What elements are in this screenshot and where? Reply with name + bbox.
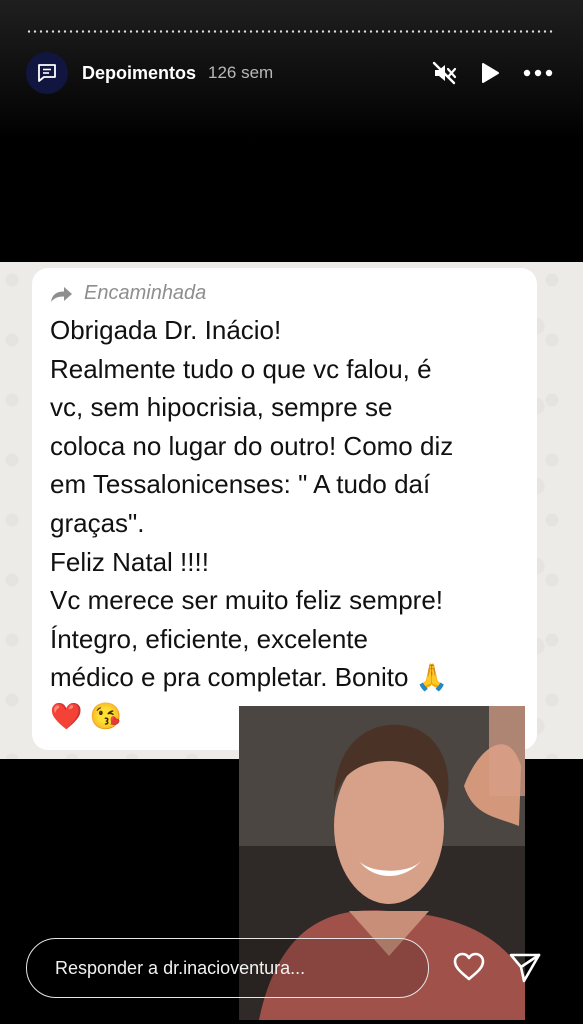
play-icon[interactable] — [479, 61, 501, 85]
message-line: médico e pra completar. Bonito 🙏 — [50, 662, 449, 693]
story-actions — [452, 950, 542, 984]
reply-placeholder: Responder a dr.inacioventura... — [55, 957, 306, 978]
story-time-ago: 126 sem — [208, 63, 274, 82]
heart-icon[interactable] — [452, 950, 486, 984]
more-dots-icon[interactable] — [523, 68, 553, 78]
forwarded-text: Encaminhada — [84, 282, 207, 304]
forward-arrow-icon — [51, 286, 72, 302]
message-text: Obrigada Dr. Inácio! Realmente tudo o qu… — [50, 311, 519, 736]
message-line: Realmente tudo o que vc falou, é — [50, 353, 432, 384]
message-line: Vc merece ser muito feliz sempre! — [50, 585, 444, 616]
chat-screenshot: Encaminhada Obrigada Dr. Inácio! Realmen… — [0, 262, 583, 759]
avatar[interactable] — [26, 52, 68, 94]
reply-input[interactable]: Responder a dr.inacioventura... — [26, 938, 429, 998]
speaker-muted-icon[interactable] — [431, 60, 457, 86]
forwarded-label: Encaminhada — [50, 282, 519, 305]
message-bubble: Encaminhada Obrigada Dr. Inácio! Realmen… — [32, 268, 537, 750]
message-line: em Tessalonicenses: " A tudo daí — [50, 469, 431, 500]
message-line: Íntegro, eficiente, excelente — [50, 623, 368, 654]
story-controls — [431, 60, 553, 86]
story-progress-bar — [26, 30, 553, 33]
message-lines-icon — [38, 64, 56, 82]
account-name[interactable]: Depoimentos — [82, 63, 196, 84]
message-line: Feliz Natal !!!! — [50, 546, 209, 577]
message-line: Obrigada Dr. Inácio! — [50, 315, 282, 345]
story-header: Depoimentos 126 sem — [26, 52, 553, 94]
send-arrow-icon[interactable] — [508, 950, 542, 984]
message-line: graças". — [50, 507, 145, 538]
message-line: vc, sem hipocrisia, sempre se — [50, 392, 393, 423]
message-line: coloca no lugar do outro! Como diz — [50, 430, 454, 461]
